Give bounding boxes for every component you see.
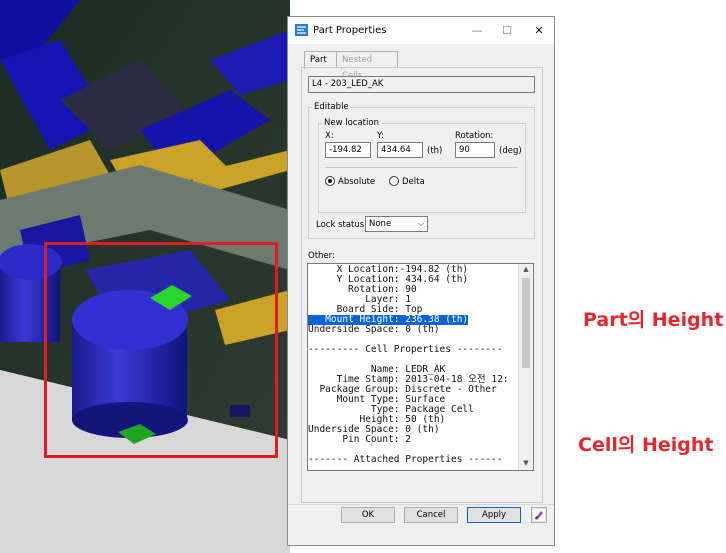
title-bar[interactable]: Part Properties — ☐ ✕: [288, 17, 554, 44]
app-icon: [295, 24, 308, 36]
lock-status-value: None: [369, 219, 392, 229]
tab-nested-cells[interactable]: Nested Cells: [336, 51, 398, 81]
deg-unit-label: (deg): [499, 146, 522, 156]
x-label: X:: [325, 131, 334, 141]
new-location-label: New location: [322, 118, 381, 128]
lock-status-select[interactable]: None ⌵: [365, 216, 428, 232]
maximize-button[interactable]: ☐: [492, 17, 522, 44]
delta-label: Delta: [402, 177, 425, 187]
component-highlight-box: [44, 242, 278, 458]
dialog-title: Part Properties: [313, 25, 387, 36]
close-button[interactable]: ✕: [524, 17, 554, 44]
rotation-label: Rotation:: [455, 131, 494, 141]
y-label: Y:: [377, 131, 384, 141]
list-line: Pin Count: 2: [308, 434, 411, 445]
apply-button[interactable]: Apply: [467, 507, 521, 523]
chevron-down-icon: ⌵: [417, 219, 424, 228]
scroll-thumb[interactable]: [522, 278, 530, 368]
list-line: --------- Cell Properties --------: [308, 344, 503, 355]
cell-height-annotation: Cell의 Height: [578, 434, 714, 456]
pen-icon: [533, 509, 545, 521]
pen-icon-button[interactable]: [531, 507, 547, 523]
ok-button[interactable]: OK: [341, 507, 395, 523]
editable-label: Editable: [312, 102, 351, 112]
other-properties-list[interactable]: X Location:-194.82 (th) Y Location: 434.…: [307, 263, 534, 471]
new-location-group: [318, 123, 526, 213]
absolute-radio[interactable]: [325, 176, 335, 186]
rotation-input[interactable]: 90: [455, 142, 495, 158]
lock-status-label: Lock status:: [316, 220, 368, 230]
minimize-button[interactable]: —: [462, 17, 492, 44]
bottom-separator: [288, 504, 554, 505]
absolute-label: Absolute: [338, 177, 376, 187]
y-location-input[interactable]: 434.64: [377, 142, 423, 158]
vertical-scrollbar[interactable]: ▲ ▼: [518, 264, 533, 470]
delta-radio[interactable]: [389, 176, 399, 186]
part-name-field[interactable]: L4 - 203_LED_AK: [308, 76, 535, 93]
part-properties-dialog: Part Properties — ☐ ✕ Part Nested Cells …: [287, 16, 555, 546]
x-location-input[interactable]: -194.82: [325, 142, 371, 158]
part-height-annotation: Part의 Height: [583, 309, 724, 331]
scroll-up-icon[interactable]: ▲: [519, 265, 533, 273]
list-line: Underside Space: 0 (th): [308, 324, 440, 335]
location-separator: [325, 167, 518, 168]
th-unit-label: (th): [427, 146, 443, 156]
scroll-down-icon[interactable]: ▼: [519, 459, 533, 467]
other-label: Other:: [308, 251, 335, 261]
list-line: ------- Attached Properties ------: [308, 454, 503, 465]
cancel-button[interactable]: Cancel: [404, 507, 458, 523]
